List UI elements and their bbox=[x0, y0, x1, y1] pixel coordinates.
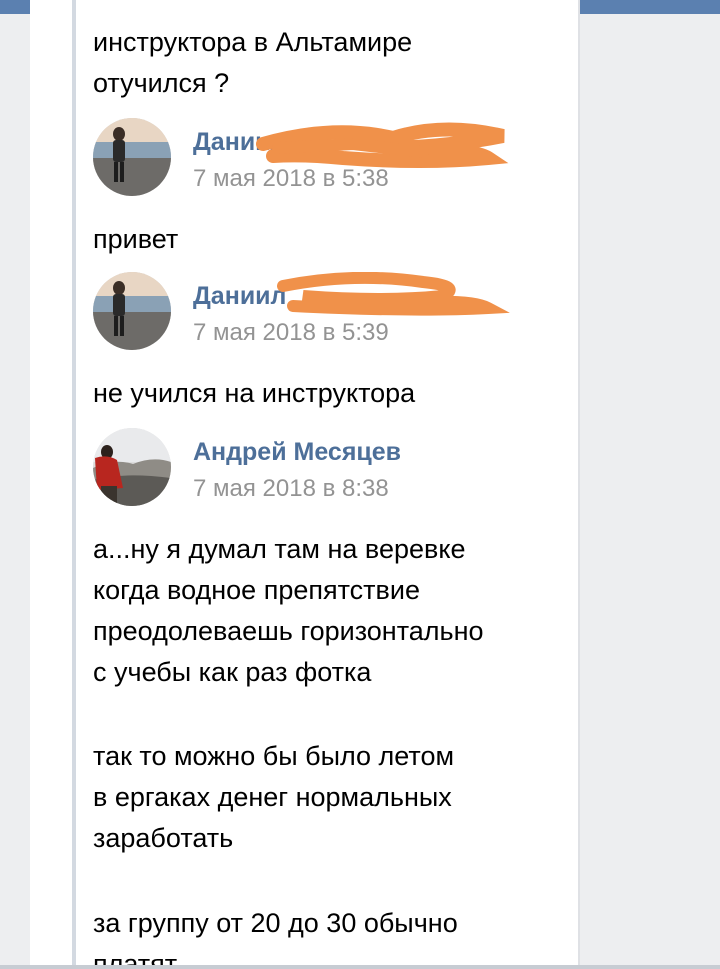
message-text: так то можно бы было летом в ергаках ден… bbox=[93, 741, 455, 853]
message-text: привет bbox=[93, 224, 179, 254]
author-name[interactable]: Андрей Месяцев bbox=[193, 438, 401, 467]
message-text: инструктора в Альтамире отучился ? bbox=[93, 27, 413, 98]
redaction-scribble bbox=[277, 272, 510, 316]
quote-line bbox=[72, 0, 76, 969]
avatar[interactable] bbox=[93, 428, 171, 506]
message-text: не учился на инструктора bbox=[93, 378, 416, 408]
redaction-scribble bbox=[256, 122, 509, 168]
message-text: за группу от 20 до 30 обычно платят bbox=[93, 908, 458, 969]
card-edge bbox=[578, 0, 580, 969]
bottom-edge bbox=[0, 965, 720, 969]
message-text: а...ну я думал там на веревке когда водн… bbox=[93, 534, 484, 687]
message-date: 7 мая 2018 в 8:38 bbox=[193, 475, 389, 502]
message-header: Даниил 7 мая 2018 в 5:39 bbox=[93, 272, 573, 352]
message-header: Андрей Месяцев 7 мая 2018 в 8:38 bbox=[93, 428, 573, 508]
message-header: Даниил 7 мая 2018 в 5:38 bbox=[93, 118, 573, 198]
message-thread-card: инструктора в Альтамире отучился ? Дании… bbox=[30, 0, 578, 969]
